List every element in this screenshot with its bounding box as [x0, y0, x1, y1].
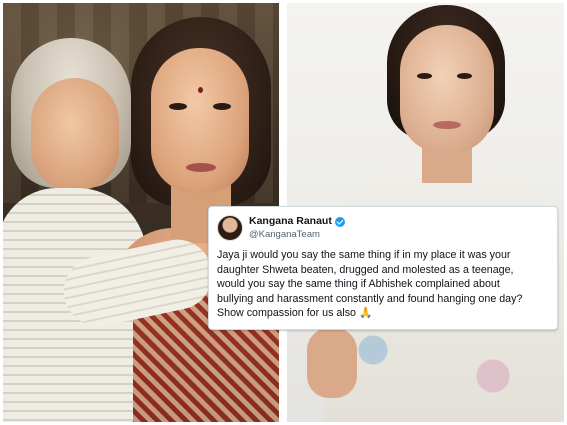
- tweet-author: Kangana Ranaut @KanganaTeam: [249, 215, 345, 241]
- lips: [433, 121, 461, 129]
- tweet-line: Show compassion for us also: [217, 307, 357, 319]
- tweet-line-last: Show compassion for us also 🙏: [217, 306, 549, 321]
- eye: [457, 73, 472, 79]
- tweet-line: daughter Shweta beaten, drugged and mole…: [217, 263, 514, 276]
- eye: [417, 73, 432, 79]
- author-name[interactable]: Kangana Ranaut: [249, 215, 332, 228]
- eye: [213, 103, 231, 110]
- folded-hands-icon: 🙏: [359, 307, 373, 319]
- tweet-text: Jaya ji would you say the same thing if …: [217, 248, 549, 321]
- collage: Kangana Ranaut @KanganaTeam Jaya ji woul…: [0, 0, 567, 425]
- woman-left-face: [31, 78, 119, 190]
- bindi: [198, 87, 203, 93]
- eye: [169, 103, 187, 110]
- verified-badge-icon: [334, 216, 345, 227]
- author-name-line: Kangana Ranaut: [249, 215, 345, 228]
- tweet-line: would you say the same thing if Abhishek…: [217, 278, 500, 290]
- lips: [186, 163, 216, 172]
- tweet-card: Kangana Ranaut @KanganaTeam Jaya ji woul…: [208, 206, 558, 330]
- tweet-header: Kangana Ranaut @KanganaTeam: [217, 213, 549, 243]
- author-handle[interactable]: @KanganaTeam: [249, 228, 345, 241]
- face: [400, 25, 494, 153]
- avatar[interactable]: [217, 215, 243, 241]
- tweet-line: bullying and harassment constantly and f…: [217, 292, 523, 305]
- tweet-line: Jaya ji would you say the same thing if …: [217, 249, 511, 261]
- hand: [307, 328, 357, 398]
